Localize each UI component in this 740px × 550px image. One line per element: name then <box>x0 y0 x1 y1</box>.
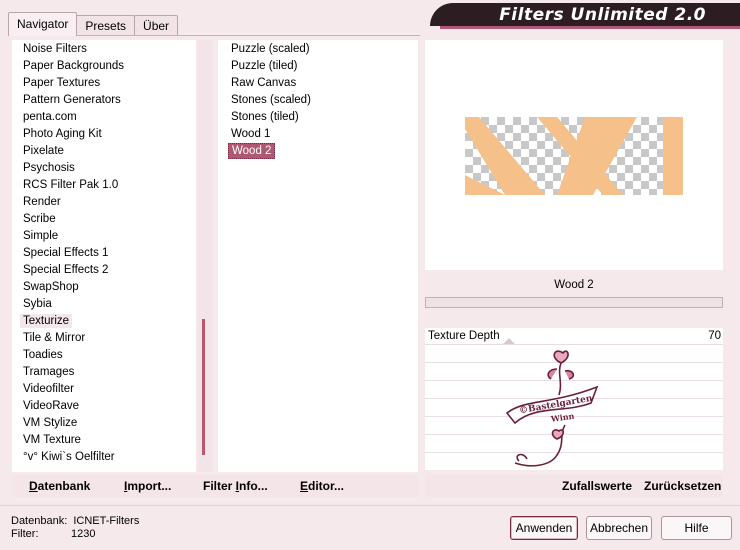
cancel-button[interactable]: Abbrechen <box>586 516 652 540</box>
category-item[interactable]: °v° Kiwi`s Oelfilter <box>12 449 196 466</box>
datenbank-link[interactable]: Datenbank <box>29 479 90 493</box>
category-item[interactable]: Paper Textures <box>12 75 196 92</box>
status-filter: Filter: 1230 <box>11 528 95 540</box>
control-value: 70 <box>708 330 721 342</box>
category-item[interactable]: Paper Backgrounds <box>12 58 196 75</box>
title-banner: Filters Unlimited 2.0 <box>430 3 740 29</box>
status-db-label: Datenbank: <box>11 515 68 527</box>
status-database: Datenbank: ICNET-Filters <box>11 515 139 527</box>
category-item[interactable]: RCS Filter Pak 1.0 <box>12 177 196 194</box>
category-item[interactable]: Pattern Generators <box>12 92 196 109</box>
status-separator <box>0 505 740 506</box>
category-item[interactable]: SwapShop <box>12 279 196 296</box>
category-item[interactable]: Photo Aging Kit <box>12 126 196 143</box>
category-item[interactable]: Tramages <box>12 364 196 381</box>
category-item[interactable]: Psychosis <box>12 160 196 177</box>
filters-unlimited-window: Filters Unlimited 2.0 Navigator Presets … <box>0 0 740 550</box>
filter-name-label: Wood 2 <box>425 274 723 296</box>
category-item[interactable]: Sybia <box>12 296 196 313</box>
watermark-text-2: Winn <box>549 411 575 424</box>
category-item[interactable]: Toadies <box>12 347 196 364</box>
wood-stripe <box>663 117 683 195</box>
category-list: Noise Filters Paper Backgrounds Paper Te… <box>12 40 196 466</box>
bastelgarten-watermark: ©Bastelgarten Winn <box>505 350 599 467</box>
category-item[interactable]: Noise Filters <box>12 41 196 58</box>
filter-item[interactable]: Puzzle (scaled) <box>218 41 418 58</box>
category-item[interactable]: Scribe <box>12 211 196 228</box>
app-title: Filters Unlimited 2.0 <box>499 4 706 25</box>
category-scrollbar[interactable] <box>197 40 213 472</box>
category-item[interactable]: Render <box>12 194 196 211</box>
tab-navigator[interactable]: Navigator <box>8 12 78 36</box>
category-item[interactable]: Pixelate <box>12 143 196 160</box>
category-item[interactable]: Simple <box>12 228 196 245</box>
filter-item[interactable]: Stones (tiled) <box>218 109 418 126</box>
filter-progress-bar <box>425 297 723 308</box>
status-filter-label: Filter: <box>11 528 39 540</box>
filter-item[interactable]: Stones (scaled) <box>218 92 418 109</box>
control-label: Texture Depth <box>428 330 500 342</box>
category-item[interactable]: VM Texture <box>12 432 196 449</box>
category-item[interactable]: VideoRave <box>12 398 196 415</box>
banner-accent-strip <box>440 26 740 29</box>
preview-image <box>465 117 683 195</box>
category-item[interactable]: penta.com <box>12 109 196 126</box>
link-bar-right: Zufallswerte Zurücksetzen <box>425 475 723 497</box>
category-item[interactable]: Special Effects 2 <box>12 262 196 279</box>
filter-info-link[interactable]: Filter Info... <box>203 479 268 493</box>
status-db-value: ICNET-Filters <box>73 515 140 527</box>
category-list-panel: Noise Filters Paper Backgrounds Paper Te… <box>12 40 196 472</box>
category-item-selected[interactable]: Texturize <box>12 313 196 330</box>
tab-presets[interactable]: Presets <box>76 15 136 36</box>
help-button[interactable]: Hilfe <box>661 516 732 540</box>
category-item[interactable]: Videofilter <box>12 381 196 398</box>
filter-list: Puzzle (scaled) Puzzle (tiled) Raw Canva… <box>218 40 418 160</box>
filter-item[interactable]: Wood 1 <box>218 126 418 143</box>
zuruecksetzen-link[interactable]: Zurücksetzen <box>644 479 721 493</box>
filter-item[interactable]: Puzzle (tiled) <box>218 58 418 75</box>
filter-item[interactable]: Raw Canvas <box>218 75 418 92</box>
category-item[interactable]: VM Stylize <box>12 415 196 432</box>
category-item[interactable]: Special Effects 1 <box>12 245 196 262</box>
status-filter-value: 1230 <box>71 528 96 540</box>
filter-item-selected[interactable]: Wood 2 <box>218 143 418 160</box>
filter-list-panel: Puzzle (scaled) Puzzle (tiled) Raw Canva… <box>218 40 418 472</box>
category-item[interactable]: Tile & Mirror <box>12 330 196 347</box>
preview-panel <box>425 40 723 270</box>
zufallswerte-link[interactable]: Zufallswerte <box>562 479 632 493</box>
link-bar: Datenbank Import... Filter Info... Edito… <box>12 475 418 497</box>
tab-uber[interactable]: Über <box>134 15 179 36</box>
scrollbar-thumb[interactable] <box>202 319 205 455</box>
import-link[interactable]: Import... <box>124 479 171 493</box>
tab-bar: Navigator Presets Über <box>8 12 179 36</box>
apply-button[interactable]: Anwenden <box>510 516 578 540</box>
editor-link[interactable]: Editor... <box>300 479 344 493</box>
